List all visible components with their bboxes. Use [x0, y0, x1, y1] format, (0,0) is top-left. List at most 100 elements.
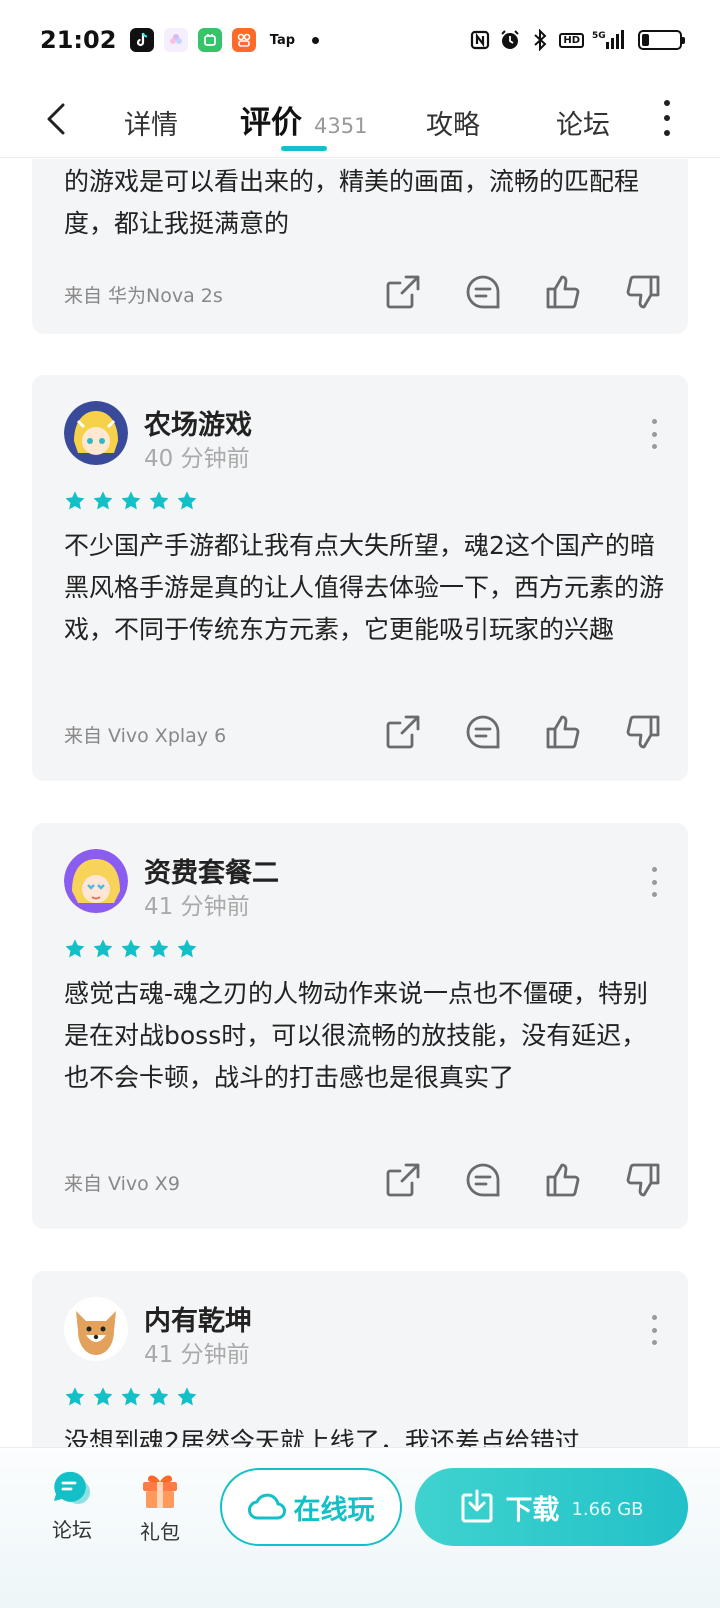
review-text: 没想到魂2居然今天就上线了，我还差点给错过 — [64, 1427, 580, 1447]
status-time: 21:02 — [40, 26, 117, 54]
more-options-button[interactable] — [662, 100, 672, 136]
review-actions — [382, 1159, 664, 1201]
tab-label: 评价 — [240, 105, 302, 141]
thumbs-up-icon — [546, 715, 580, 749]
avatar[interactable] — [64, 849, 128, 913]
comment-button[interactable] — [462, 711, 504, 753]
comment-icon — [466, 715, 500, 749]
tab-label: 论坛 — [556, 110, 610, 141]
share-icon — [386, 1163, 420, 1197]
tab-guides[interactable]: 攻略 — [426, 92, 480, 142]
download-icon — [461, 1489, 493, 1523]
star-icon — [121, 939, 141, 958]
review-more-button[interactable] — [644, 419, 664, 449]
battery-icon — [638, 30, 685, 50]
like-button[interactable] — [542, 1159, 584, 1201]
share-icon — [386, 275, 420, 309]
review-text: 的游戏是可以看出来的，精美的画面，流畅的匹配程度，都让我挺满意的 — [64, 167, 640, 238]
comment-icon — [466, 275, 500, 309]
notification-icons: Tap — [130, 28, 320, 52]
star-rating — [64, 1386, 198, 1408]
user-name[interactable]: 资费套餐二 — [144, 851, 279, 890]
star-rating — [64, 490, 198, 512]
review-actions — [382, 271, 664, 313]
tap-icon: Tap — [269, 32, 296, 48]
review-actions — [382, 711, 664, 753]
back-button[interactable] — [26, 89, 86, 149]
play-online-label: 在线玩 — [293, 1494, 375, 1526]
tab-label: 攻略 — [426, 110, 480, 141]
star-icon — [177, 491, 197, 510]
flower-app-icon — [164, 28, 189, 52]
dislike-button[interactable] — [622, 711, 664, 753]
post-time: 40 分钟前 — [144, 446, 250, 472]
avatar[interactable] — [64, 1297, 128, 1361]
star-icon — [65, 491, 85, 510]
device-label: 来自 Vivo Xplay 6 — [64, 725, 227, 747]
tab-reviews[interactable]: 评价 4351 — [240, 92, 367, 142]
bottom-action-bar: 论坛 礼包 在线玩 下载 1.66 GB — [0, 1447, 720, 1608]
user-name[interactable]: 内有乾坤 — [144, 1299, 252, 1338]
share-button[interactable] — [382, 1159, 424, 1201]
gift-button[interactable]: 礼包 — [130, 1470, 190, 1545]
tiktok-icon — [130, 28, 155, 52]
review-footer: 来自 华为Nova 2s — [64, 271, 664, 315]
like-button[interactable] — [542, 271, 584, 313]
download-label: 下载 — [505, 1494, 560, 1526]
gift-icon — [143, 1475, 177, 1508]
avatar[interactable] — [64, 401, 128, 465]
review-card: 内有乾坤 41 分钟前 没想到魂2居然今天就上线了，我还差点给错过 — [32, 1271, 688, 1447]
review-count: 4351 — [314, 114, 368, 138]
battery-level — [642, 34, 650, 46]
tab-forum[interactable]: 论坛 — [556, 92, 610, 142]
share-button[interactable] — [382, 271, 424, 313]
comment-button[interactable] — [462, 1159, 504, 1201]
green-app-icon — [198, 28, 223, 52]
share-icon — [386, 715, 420, 749]
review-header: 资费套餐二 41 分钟前 — [64, 849, 664, 920]
play-online-button[interactable]: 在线玩 — [220, 1468, 402, 1546]
share-button[interactable] — [382, 711, 424, 753]
review-card: 农场游戏 40 分钟前 不少国产手游都让我有点大失所望，魂2这个国产的暗黑风格手… — [32, 375, 688, 781]
star-icon — [93, 491, 113, 510]
dislike-button[interactable] — [622, 1159, 664, 1201]
hd-icon: HD — [559, 32, 584, 48]
status-bar: 21:02 Tap HD 5G — [0, 0, 720, 80]
thumbs-down-icon — [626, 275, 660, 309]
system-icons: HD 5G — [469, 29, 685, 51]
like-button[interactable] — [542, 711, 584, 753]
post-time: 41 分钟前 — [144, 1342, 250, 1368]
thumbs-down-icon — [626, 1163, 660, 1197]
star-icon — [93, 939, 113, 958]
star-icon — [149, 1387, 169, 1406]
active-tab-indicator — [281, 146, 327, 151]
star-rating — [64, 938, 198, 960]
comment-button[interactable] — [462, 271, 504, 313]
review-text: 感觉古魂-魂之刃的人物动作来说一点也不僵硬，特别是在对战boss时，可以很流畅的… — [64, 979, 649, 1092]
star-icon — [177, 939, 197, 958]
alarm-icon — [499, 29, 521, 51]
star-icon — [149, 939, 169, 958]
user-name[interactable]: 农场游戏 — [144, 403, 252, 442]
forum-label: 论坛 — [52, 1518, 92, 1542]
review-card: 的游戏是可以看出来的，精美的画面，流畅的匹配程度，都让我挺满意的 来自 华为No… — [32, 159, 688, 334]
star-icon — [121, 1387, 141, 1406]
review-more-button[interactable] — [644, 867, 664, 897]
star-icon — [65, 1387, 85, 1406]
tab-label: 详情 — [124, 110, 178, 141]
cloud-icon — [247, 1493, 286, 1520]
device-label: 来自 华为Nova 2s — [64, 285, 223, 307]
download-button[interactable]: 下载 1.66 GB — [415, 1468, 688, 1546]
star-icon — [93, 1387, 113, 1406]
forum-button[interactable]: 论坛 — [42, 1470, 102, 1543]
review-list[interactable]: 的游戏是可以看出来的，精美的画面，流畅的匹配程度，都让我挺满意的 来自 华为No… — [0, 159, 720, 1447]
dislike-button[interactable] — [622, 271, 664, 313]
more-notifications-dot — [312, 36, 320, 44]
thumbs-up-icon — [546, 1163, 580, 1197]
review-more-button[interactable] — [644, 1315, 664, 1345]
review-header: 农场游戏 40 分钟前 — [64, 401, 664, 472]
tab-details[interactable]: 详情 — [124, 92, 178, 142]
comment-icon — [466, 1163, 500, 1197]
star-icon — [65, 939, 85, 958]
bluetooth-icon — [529, 29, 551, 51]
